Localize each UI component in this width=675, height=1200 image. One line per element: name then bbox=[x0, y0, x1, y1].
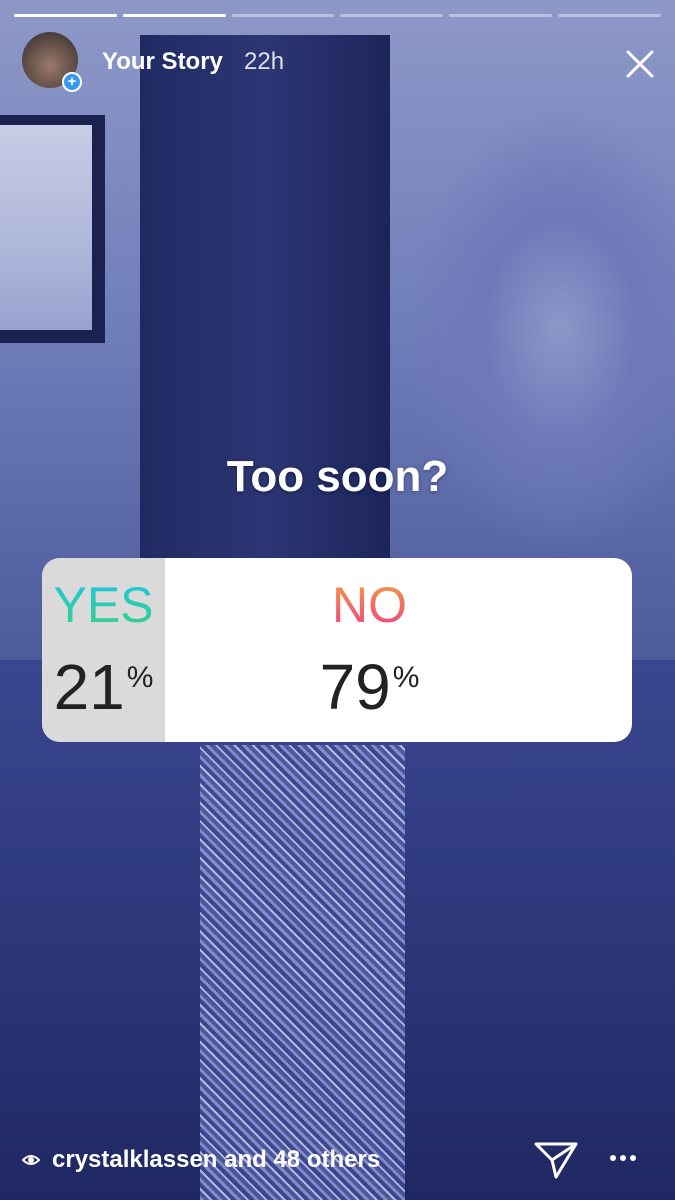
poll-option-yes-label: YES bbox=[42, 576, 165, 634]
poll-option-no-percent: 79% bbox=[165, 650, 574, 724]
more-icon[interactable] bbox=[608, 1148, 638, 1168]
viewers-text: crystalklassen and 48 others bbox=[52, 1146, 381, 1173]
send-icon[interactable] bbox=[533, 1140, 579, 1180]
poll-question: Too soon? bbox=[226, 452, 449, 501]
poll-option-yes[interactable]: YES 21% bbox=[42, 558, 165, 742]
story-viewers[interactable]: crystalklassen and 48 others bbox=[22, 1146, 380, 1174]
poll-no-value: 79 bbox=[319, 651, 391, 723]
eye-icon bbox=[22, 1155, 40, 1165]
background-scarf bbox=[200, 745, 405, 1200]
close-icon[interactable] bbox=[620, 44, 660, 84]
progress-segment bbox=[340, 14, 444, 17]
poll-yes-value: 21 bbox=[53, 651, 125, 723]
poll-option-no[interactable]: NO 79% bbox=[165, 558, 574, 742]
poll-option-yes-percent: 21% bbox=[42, 650, 165, 724]
poll-option-no-label: NO bbox=[165, 576, 574, 634]
story-progress-bar bbox=[14, 14, 661, 17]
background-picture-frame bbox=[0, 115, 105, 343]
story-title[interactable]: Your Story bbox=[102, 48, 223, 76]
progress-segment bbox=[449, 14, 553, 17]
percent-unit: % bbox=[126, 660, 154, 694]
poll-sticker[interactable]: YES 21% NO 79% bbox=[42, 558, 632, 742]
story-timestamp: 22h bbox=[244, 48, 285, 75]
add-icon[interactable]: + bbox=[62, 72, 82, 92]
progress-segment bbox=[122, 14, 226, 17]
progress-segment bbox=[558, 14, 661, 17]
progress-segment bbox=[14, 14, 117, 17]
progress-segment bbox=[231, 14, 335, 17]
percent-unit: % bbox=[392, 660, 420, 694]
